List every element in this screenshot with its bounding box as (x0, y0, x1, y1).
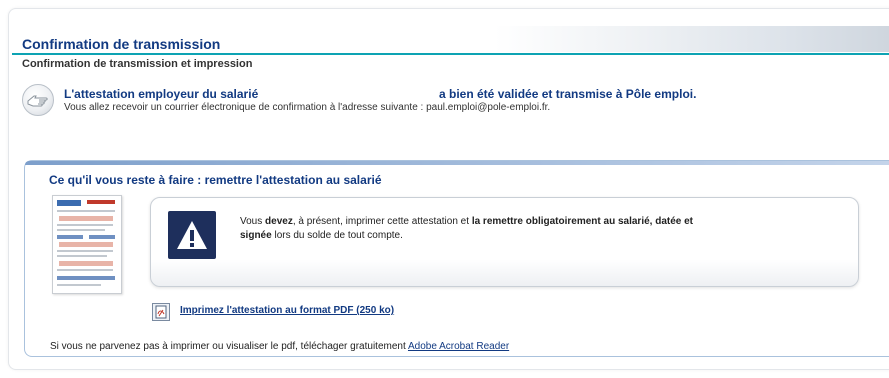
document-thumbnail (52, 195, 122, 294)
page-title: Confirmation de transmission (22, 36, 221, 52)
pdf-icon[interactable] (152, 303, 170, 321)
help-text: Si vous ne parvenez pas à imprimer ou vi… (50, 341, 509, 352)
confirmation-message-status: a bien été validée et transmise à Pôle e… (439, 87, 697, 101)
confirmation-message: L'attestation employeur du salarié (64, 87, 259, 101)
warning-triangle-icon (168, 211, 216, 259)
help-text-body: Si vous ne parvenez pas à imprimer ou vi… (50, 341, 408, 352)
email-notice: Vous allez recevoir un courrier électron… (64, 102, 551, 113)
title-underline (12, 53, 889, 55)
print-pdf-link[interactable]: Imprimez l'attestation au format PDF (25… (180, 305, 394, 316)
warning-text: Vous devez, à présent, imprimer cette at… (240, 216, 694, 241)
page-subtitle: Confirmation de transmission et impressi… (22, 58, 253, 70)
hand-pointer-icon (22, 84, 54, 116)
todo-title: Ce qu'il vous reste à faire : remettre l… (49, 173, 382, 187)
acrobat-reader-link[interactable]: Adobe Acrobat Reader (408, 341, 509, 352)
